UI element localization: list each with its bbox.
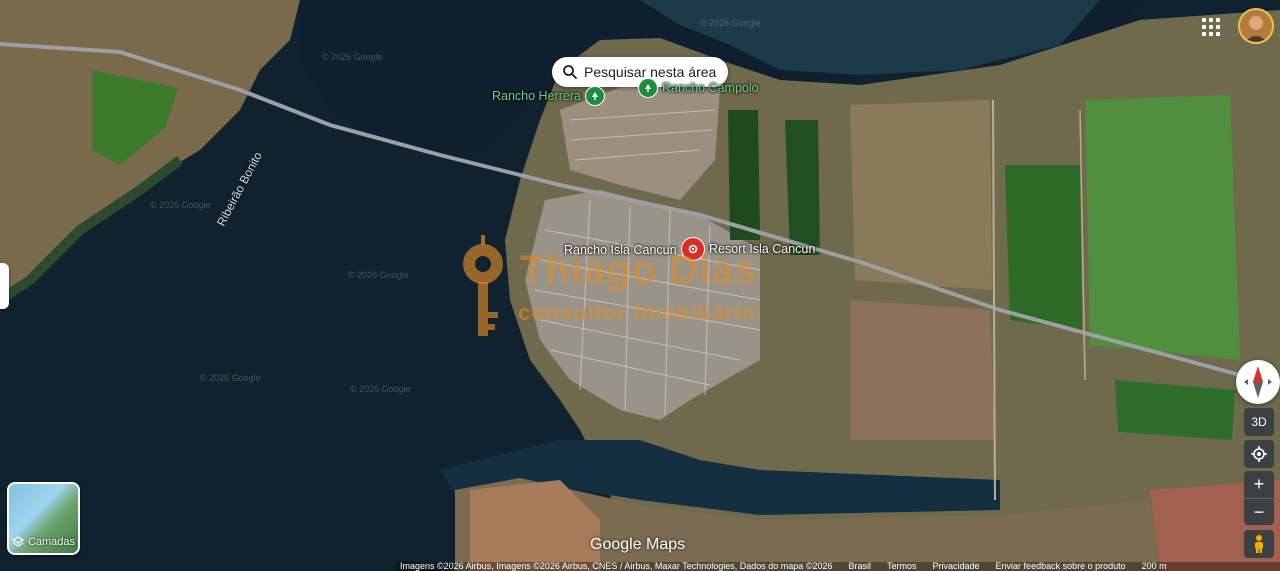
zoom-out-button[interactable]: − <box>1244 499 1274 525</box>
place-rancho-campolo[interactable]: Rancho Campolo <box>638 78 759 98</box>
search-icon <box>563 65 577 79</box>
brand-name: Thiago Dias <box>520 248 758 292</box>
street-view-button[interactable] <box>1244 530 1274 558</box>
footer-link-privacy[interactable]: Privacidade <box>933 562 980 571</box>
layers-button[interactable]: Camadas <box>7 482 80 555</box>
park-pin-icon <box>584 86 605 106</box>
map-watermark: © 2026 Google <box>350 384 411 394</box>
side-panel-toggle[interactable] <box>0 263 9 309</box>
apps-grid-icon[interactable] <box>1200 16 1222 38</box>
google-maps-logo: Google Maps <box>590 536 686 553</box>
map-watermark: © 2026 Google <box>200 373 261 383</box>
three-d-toggle[interactable]: 3D <box>1244 408 1274 436</box>
brand-tagline: consultor imobiliário <box>518 300 757 325</box>
scale-bar[interactable]: 200 m <box>1142 562 1167 571</box>
key-icon <box>458 232 508 345</box>
pegman-icon <box>1255 535 1263 553</box>
layers-label: Camadas <box>27 536 76 548</box>
imagery-attribution: Imagens ©2026 Airbus, Imagens ©2026 Airb… <box>400 562 833 571</box>
footer-link-country[interactable]: Brasil <box>848 562 871 571</box>
layers-icon <box>11 536 24 547</box>
map-watermark: © 2026 Google <box>700 18 761 28</box>
map-watermark: © 2026 Google <box>150 200 211 210</box>
my-location-button[interactable] <box>1244 440 1274 468</box>
compass-icon <box>1244 366 1272 398</box>
place-label: Rancho Campolo <box>662 81 759 95</box>
avatar[interactable] <box>1238 8 1274 44</box>
compass-button[interactable] <box>1236 360 1280 404</box>
my-location-icon <box>1251 446 1267 462</box>
map-footer: Imagens ©2026 Airbus, Imagens ©2026 Airb… <box>396 562 1280 571</box>
zoom-in-button[interactable]: + <box>1244 471 1274 499</box>
place-rancho-herrera[interactable]: Rancho Herrera <box>492 86 605 106</box>
place-label: Rancho Herrera <box>492 89 581 103</box>
footer-link-feedback[interactable]: Enviar feedback sobre o produto <box>996 562 1126 571</box>
zoom-controls: + − <box>1244 471 1274 525</box>
map-watermark: © 2026 Google <box>322 52 383 62</box>
park-pin-icon <box>638 78 658 98</box>
footer-link-terms[interactable]: Termos <box>887 562 917 571</box>
map-watermark: © 2026 Google <box>348 270 409 280</box>
